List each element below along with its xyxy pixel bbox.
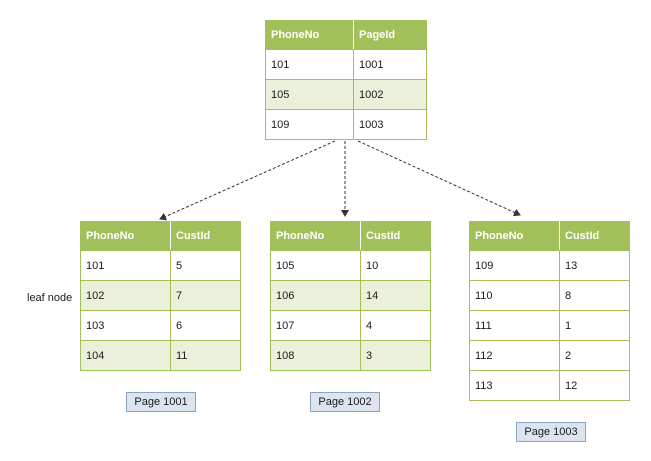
- header-pageid: PageId: [353, 20, 427, 50]
- table-row: 113 12: [469, 370, 630, 401]
- page-label-1002: Page 1002: [310, 392, 380, 412]
- table-row: 106 14: [270, 280, 431, 311]
- root-index-table: PhoneNo PageId 101 1001 105 1002 109 100…: [265, 20, 427, 140]
- table-row: 103 6: [80, 310, 241, 341]
- table-header-row: PhoneNo CustId: [80, 221, 241, 251]
- table-row: 104 11: [80, 340, 241, 371]
- cell-pageid: 1003: [353, 109, 427, 140]
- cell-custid: 2: [559, 340, 630, 371]
- cell-phoneno: 111: [469, 310, 560, 341]
- page-label-1001: Page 1001: [126, 392, 196, 412]
- leaf-table-1003: PhoneNo CustId 109 13 110 8 111 1 112 2 …: [469, 221, 630, 401]
- cell-phoneno: 105: [265, 79, 354, 110]
- cell-phoneno: 109: [265, 109, 354, 140]
- cell-phoneno: 102: [80, 280, 171, 311]
- cell-custid: 14: [360, 280, 431, 311]
- cell-custid: 1: [559, 310, 630, 341]
- table-row: 105 1002: [265, 79, 427, 110]
- table-row: 111 1: [469, 310, 630, 341]
- cell-phoneno: 106: [270, 280, 361, 311]
- cell-phoneno: 107: [270, 310, 361, 341]
- cell-phoneno: 104: [80, 340, 171, 371]
- table-header-row: PhoneNo CustId: [270, 221, 431, 251]
- cell-phoneno: 103: [80, 310, 171, 341]
- page-label-1003: Page 1003: [516, 422, 586, 442]
- cell-custid: 11: [170, 340, 241, 371]
- cell-custid: 10: [360, 250, 431, 281]
- header-custid: CustId: [559, 221, 630, 251]
- cell-custid: 12: [559, 370, 630, 401]
- table-row: 112 2: [469, 340, 630, 371]
- table-row: 109 1003: [265, 109, 427, 140]
- cell-custid: 5: [170, 250, 241, 281]
- header-phoneno: PhoneNo: [265, 20, 354, 50]
- cell-phoneno: 109: [469, 250, 560, 281]
- table-row: 108 3: [270, 340, 431, 371]
- cell-phoneno: 110: [469, 280, 560, 311]
- table-row: 107 4: [270, 310, 431, 341]
- header-phoneno: PhoneNo: [270, 221, 361, 251]
- leaf-table-1002: PhoneNo CustId 105 10 106 14 107 4 108 3: [270, 221, 431, 371]
- table-row: 105 10: [270, 250, 431, 281]
- header-custid: CustId: [360, 221, 431, 251]
- table-row: 109 13: [469, 250, 630, 281]
- cell-phoneno: 105: [270, 250, 361, 281]
- header-custid: CustId: [170, 221, 241, 251]
- leaf-node-label: leaf node: [27, 292, 73, 304]
- cell-custid: 4: [360, 310, 431, 341]
- cell-phoneno: 112: [469, 340, 560, 371]
- cell-custid: 6: [170, 310, 241, 341]
- cell-custid: 8: [559, 280, 630, 311]
- table-row: 110 8: [469, 280, 630, 311]
- arrow-to-page-1001: [159, 140, 336, 221]
- cell-phoneno: 113: [469, 370, 560, 401]
- cell-custid: 13: [559, 250, 630, 281]
- cell-phoneno: 101: [80, 250, 171, 281]
- table-row: 102 7: [80, 280, 241, 311]
- cell-phoneno: 108: [270, 340, 361, 371]
- table-header-row: PhoneNo CustId: [469, 221, 630, 251]
- header-phoneno: PhoneNo: [80, 221, 171, 251]
- cell-phoneno: 101: [265, 49, 354, 80]
- cell-custid: 7: [170, 280, 241, 311]
- header-phoneno: PhoneNo: [469, 221, 560, 251]
- table-header-row: PhoneNo PageId: [265, 20, 427, 50]
- table-row: 101 5: [80, 250, 241, 281]
- cell-pageid: 1002: [353, 79, 427, 110]
- cell-custid: 3: [360, 340, 431, 371]
- arrow-to-page-1003: [357, 140, 521, 217]
- leaf-table-1001: PhoneNo CustId 101 5 102 7 103 6 104 11: [80, 221, 241, 371]
- table-row: 101 1001: [265, 49, 427, 80]
- cell-pageid: 1001: [353, 49, 427, 80]
